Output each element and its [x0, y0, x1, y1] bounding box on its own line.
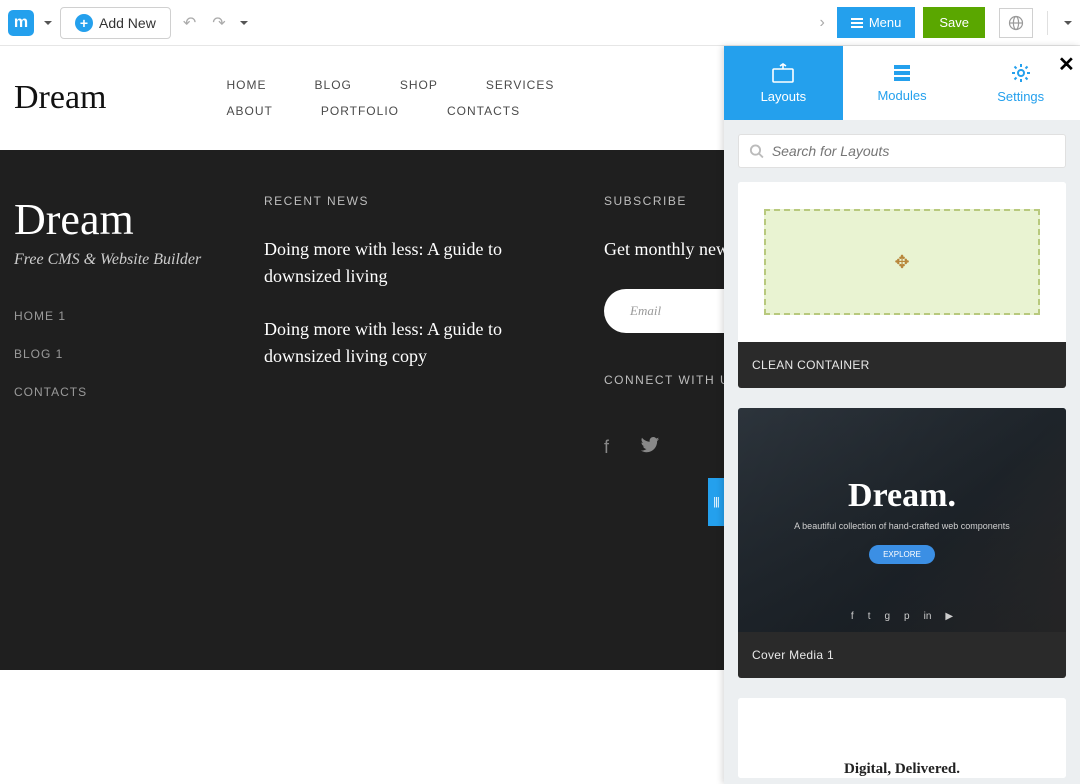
layout-card-clean-container[interactable]: ✥ CLEAN CONTAINER [738, 182, 1066, 388]
undo-icon[interactable]: ↶ [179, 9, 200, 37]
side-panel: Layouts Modules Settings ✥ CLEAN CONTAIN… [724, 46, 1080, 784]
tab-modules-label: Modules [877, 88, 926, 103]
publish-globe-button[interactable] [999, 8, 1033, 38]
panel-resize-handle[interactable]: ||| [708, 478, 724, 526]
save-button[interactable]: Save [923, 7, 985, 38]
twitter-icon[interactable] [641, 437, 659, 458]
footer-link-blog[interactable]: BLOG 1 [14, 347, 224, 361]
layout-card-label: CLEAN CONTAINER [738, 342, 1066, 388]
footer-link-home[interactable]: HOME 1 [14, 309, 224, 323]
footer-brand: Dream [14, 194, 224, 245]
globe-icon [1008, 15, 1024, 31]
nav-link-home[interactable]: HOME [227, 78, 267, 92]
news-item-2[interactable]: Doing more with less: A guide to downsiz… [264, 316, 564, 370]
panel-tabs: Layouts Modules Settings [724, 46, 1080, 120]
nav-link-shop[interactable]: SHOP [400, 78, 438, 92]
redo-icon[interactable]: ↷ [208, 9, 229, 37]
close-panel-button[interactable]: ✕ [1058, 52, 1078, 72]
plus-icon: + [75, 14, 93, 32]
layout-list: ✥ CLEAN CONTAINER Dream. A beautiful col… [724, 182, 1080, 784]
layout-thumb: Digital, Delivered. [738, 698, 1066, 778]
layout-thumb: Dream. A beautiful collection of hand-cr… [738, 408, 1066, 632]
more-dropdown-icon[interactable] [1064, 21, 1072, 25]
cover-preview-button: EXPLORE [869, 545, 935, 564]
toolbar-divider [1047, 11, 1048, 35]
settings-icon [1011, 63, 1031, 83]
digital-preview-title: Digital, Delivered. [844, 761, 960, 778]
layout-search[interactable] [738, 134, 1066, 168]
news-item-1[interactable]: Doing more with less: A guide to downsiz… [264, 236, 564, 290]
tab-layouts[interactable]: Layouts [724, 46, 843, 120]
email-placeholder: Email [630, 303, 661, 318]
add-new-label: Add New [99, 15, 156, 31]
hamburger-icon [851, 18, 863, 28]
layout-thumb: ✥ [738, 182, 1066, 342]
cover-preview-social: ftgpin▶ [851, 611, 953, 622]
footer-link-contacts[interactable]: CONTACTS [14, 385, 224, 399]
cover-preview-title: Dream. [848, 477, 956, 515]
layouts-icon [772, 63, 794, 83]
site-nav: HOME BLOG SHOP SERVICES ABOUT PORTFOLIO … [227, 72, 555, 124]
footer-tagline: Free CMS & Website Builder [14, 251, 224, 269]
clean-container-dropzone: ✥ [764, 209, 1040, 315]
logo-dropdown-icon[interactable] [44, 21, 52, 25]
top-toolbar: m + Add New ↶ ↷ › Menu Save [0, 0, 1080, 46]
layout-card-digital[interactable]: Digital, Delivered. [738, 698, 1066, 778]
layout-card-label: Cover Media 1 [738, 632, 1066, 678]
add-new-button[interactable]: + Add New [60, 7, 171, 39]
layout-search-input[interactable] [772, 143, 1055, 159]
menu-label: Menu [869, 15, 902, 30]
search-icon [749, 143, 764, 159]
nav-link-contacts[interactable]: CONTACTS [447, 104, 520, 118]
site-brand[interactable]: Dream [14, 79, 107, 117]
nav-link-about[interactable]: ABOUT [227, 104, 273, 118]
menu-button[interactable]: Menu [837, 7, 916, 38]
app-logo[interactable]: m [8, 10, 34, 36]
modules-icon [892, 64, 912, 82]
tab-settings-label: Settings [997, 89, 1044, 104]
nav-link-services[interactable]: SERVICES [486, 78, 554, 92]
save-label: Save [939, 15, 969, 30]
nav-link-blog[interactable]: BLOG [315, 78, 352, 92]
recent-news-heading: RECENT NEWS [264, 194, 564, 208]
tab-modules[interactable]: Modules [843, 46, 962, 120]
history-dropdown-icon[interactable] [240, 21, 248, 25]
chevron-right-icon[interactable]: › [816, 10, 829, 36]
facebook-icon[interactable]: f [604, 437, 609, 458]
nav-link-portfolio[interactable]: PORTFOLIO [321, 104, 399, 118]
cover-preview-subtitle: A beautiful collection of hand-crafted w… [794, 521, 1010, 531]
tab-layouts-label: Layouts [761, 89, 807, 104]
layout-card-cover-media-1[interactable]: Dream. A beautiful collection of hand-cr… [738, 408, 1066, 678]
